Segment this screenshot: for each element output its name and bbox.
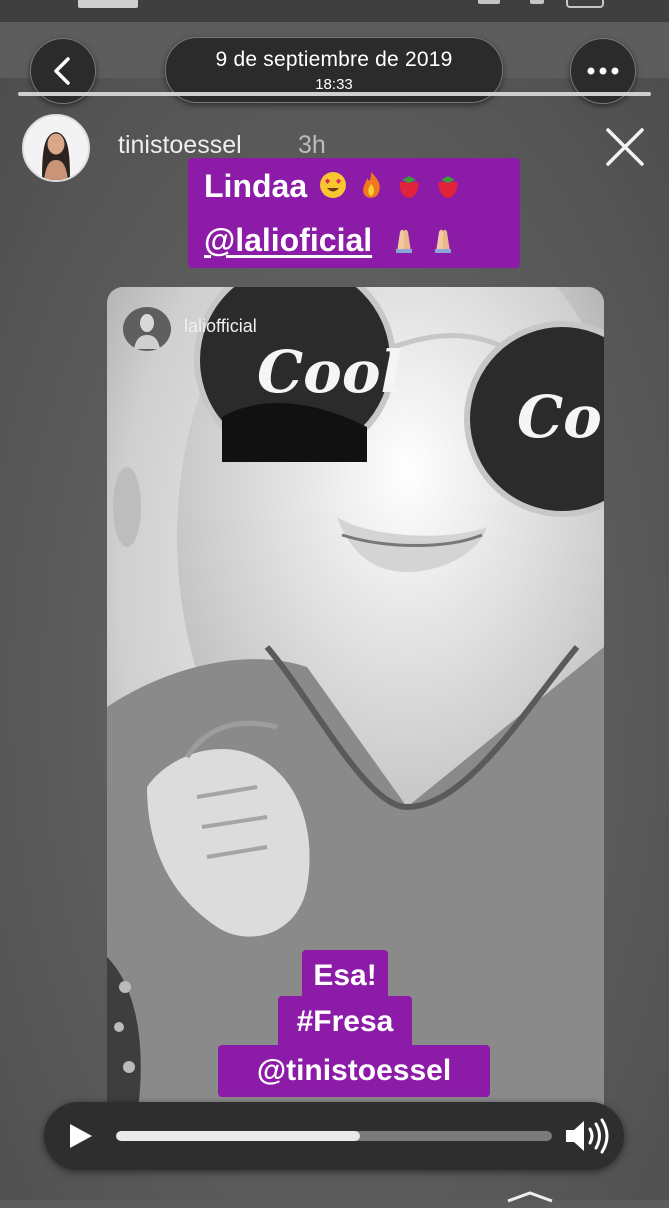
play-button[interactable] <box>64 1120 96 1152</box>
playback-scrubber[interactable] <box>116 1131 552 1141</box>
caption-text: Lindaa <box>204 168 308 204</box>
more-icon <box>587 67 619 75</box>
avatar[interactable] <box>22 114 90 182</box>
praying-hands-emoji-icon <box>428 224 458 262</box>
strawberry-emoji-icon <box>394 170 424 208</box>
story-age: 3h <box>298 131 326 159</box>
shared-post-username[interactable]: laliofficial <box>184 316 257 337</box>
shared-post-avatar <box>120 305 174 353</box>
status-bar <box>0 0 669 22</box>
status-time <box>78 0 138 8</box>
sticker-esa: Esa! <box>302 950 388 1002</box>
story-username[interactable]: tinistoessel <box>118 131 242 160</box>
battery-icon <box>566 0 604 8</box>
close-button[interactable] <box>604 126 646 168</box>
sticker-hashtag[interactable]: #Fresa <box>278 996 412 1048</box>
volume-button[interactable] <box>562 1116 614 1156</box>
share-icon[interactable] <box>504 1190 556 1203</box>
close-icon <box>606 128 644 166</box>
signal-icon <box>478 0 500 4</box>
caption-line-1: Lindaa <box>204 168 463 208</box>
play-icon <box>70 1124 92 1148</box>
strawberry-emoji-icon <box>433 170 463 208</box>
story-date: 9 de septiembre de 2019 <box>215 48 453 71</box>
story-progress-bar <box>18 92 651 96</box>
heart-eyes-emoji-icon <box>318 170 348 208</box>
caption-line-2: @lalioficial <box>204 222 458 262</box>
sticker-mention[interactable]: @tinistoessel <box>218 1045 490 1097</box>
mention-link[interactable]: @lalioficial <box>204 222 372 258</box>
fire-emoji-icon <box>357 170 385 208</box>
svg-text:Cool: Cool <box>257 338 403 406</box>
chevron-left-icon <box>54 57 70 85</box>
wifi-icon <box>530 0 544 4</box>
svg-text:Co: Co <box>517 383 602 451</box>
story-time: 18:33 <box>315 76 353 93</box>
praying-hands-emoji-icon <box>389 224 419 262</box>
volume-icon <box>566 1118 609 1154</box>
playback-progress-fill <box>116 1131 361 1141</box>
